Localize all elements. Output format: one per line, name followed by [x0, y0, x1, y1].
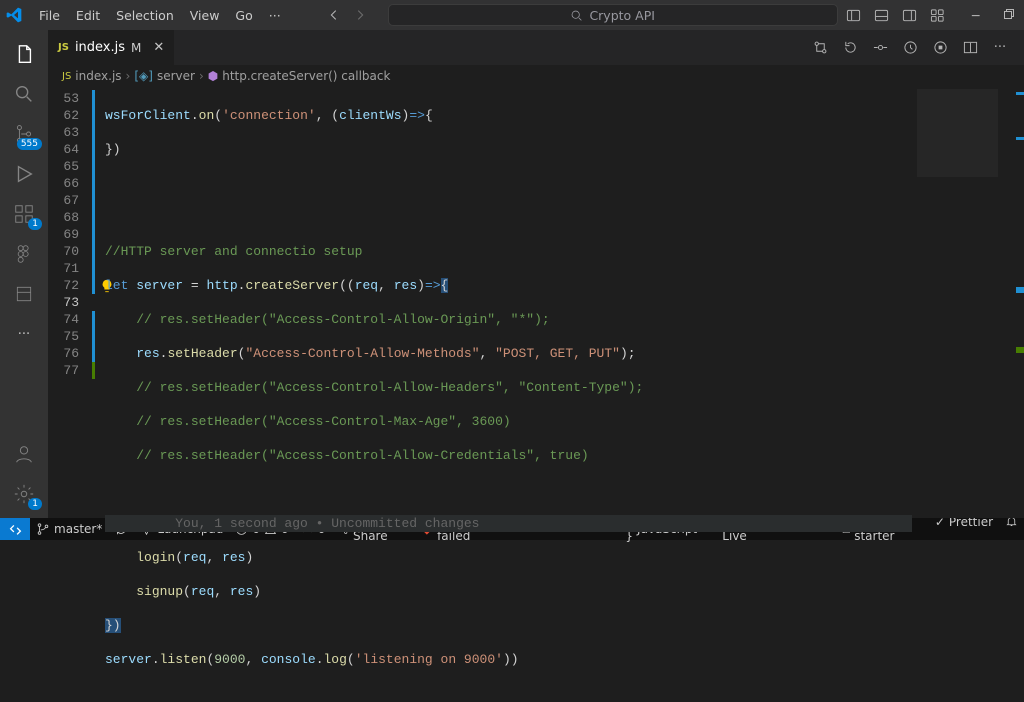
js-file-icon: JS	[58, 42, 69, 53]
customize-layout-icon[interactable]	[926, 3, 950, 27]
breadcrumb-callback[interactable]: http.createServer() callback	[222, 69, 390, 83]
activity-overflow-icon[interactable]: ···	[0, 314, 48, 354]
revert-icon[interactable]	[838, 36, 862, 60]
breadcrumbs[interactable]: JS index.js › [◈] server › ⬢ http.create…	[48, 65, 1024, 87]
split-editor-icon[interactable]	[958, 36, 982, 60]
search-icon	[570, 9, 583, 22]
activity-search-icon[interactable]	[0, 74, 48, 114]
vscode-logo-icon	[6, 3, 22, 27]
tab-index-js[interactable]: JS index.js M ✕	[48, 30, 175, 65]
activity-scm-icon[interactable]: 555	[0, 114, 48, 154]
activity-settings-icon[interactable]: 1	[0, 474, 48, 514]
callback-icon: ⬢	[208, 69, 218, 83]
commit-icon[interactable]	[868, 36, 892, 60]
stop-circle-icon[interactable]	[928, 36, 952, 60]
variable-icon: [◈]	[134, 69, 153, 83]
code-content[interactable]: wsForClient.on('connection', (clientWs)=…	[93, 87, 912, 518]
line-number-gutter: 53 62 63 64 65 66 67 68 69 70 71 72 73 7…	[48, 87, 93, 518]
nav-forward-icon[interactable]	[348, 3, 372, 27]
nav-back-icon[interactable]	[322, 3, 346, 27]
editor-tabs: JS index.js M ✕ ···	[48, 30, 1024, 65]
activity-extensions-icon[interactable]: 1	[0, 194, 48, 234]
code-editor[interactable]: 53 62 63 64 65 66 67 68 69 70 71 72 73 7…	[48, 87, 1024, 518]
menu-selection[interactable]: Selection	[109, 6, 181, 25]
settings-badge: 1	[28, 498, 42, 510]
menu-file[interactable]: File	[32, 6, 67, 25]
git-compare-icon[interactable]	[808, 36, 832, 60]
menu-view[interactable]: View	[183, 6, 227, 25]
js-file-icon: JS	[62, 71, 71, 82]
more-actions-icon[interactable]: ···	[988, 36, 1012, 60]
menu-edit[interactable]: Edit	[69, 6, 107, 25]
activity-explorer-icon[interactable]	[0, 34, 48, 74]
overview-ruler[interactable]	[1010, 87, 1024, 518]
remote-indicator[interactable]	[0, 518, 30, 540]
command-center[interactable]: Crypto API	[388, 4, 838, 26]
layout-sidebar-left-icon[interactable]	[842, 3, 866, 27]
tab-filename: index.js	[75, 40, 125, 55]
status-branch[interactable]: master*	[30, 518, 108, 540]
ext-badge: 1	[28, 218, 42, 230]
layout-panel-bottom-icon[interactable]	[870, 3, 894, 27]
tab-modified-indicator: M	[131, 41, 141, 55]
window-restore-icon[interactable]	[996, 3, 1020, 27]
activity-bar: 555 1 ··· 1	[0, 30, 48, 518]
command-center-text: Crypto API	[589, 8, 655, 23]
breadcrumb-server[interactable]: server	[157, 69, 195, 83]
breadcrumb-file[interactable]: index.js	[75, 69, 121, 83]
menu-go[interactable]: Go	[228, 6, 259, 25]
window-minimize-icon[interactable]: ─	[964, 3, 988, 27]
activity-project-manager-icon[interactable]	[0, 274, 48, 314]
minimap[interactable]	[912, 87, 1010, 518]
title-bar: File Edit Selection View Go ··· Crypto A…	[0, 0, 1024, 30]
layout-sidebar-right-icon[interactable]	[898, 3, 922, 27]
activity-figma-icon[interactable]	[0, 234, 48, 274]
main-menu: File Edit Selection View Go ···	[32, 6, 288, 25]
scm-badge: 555	[17, 138, 42, 150]
menu-overflow-icon[interactable]: ···	[262, 6, 288, 25]
tab-close-icon[interactable]: ✕	[153, 40, 164, 55]
timeline-icon[interactable]	[898, 36, 922, 60]
gitlens-blame[interactable]: You, 1 second ago • Uncommitted changes	[175, 516, 479, 531]
activity-run-debug-icon[interactable]	[0, 154, 48, 194]
activity-account-icon[interactable]	[0, 434, 48, 474]
